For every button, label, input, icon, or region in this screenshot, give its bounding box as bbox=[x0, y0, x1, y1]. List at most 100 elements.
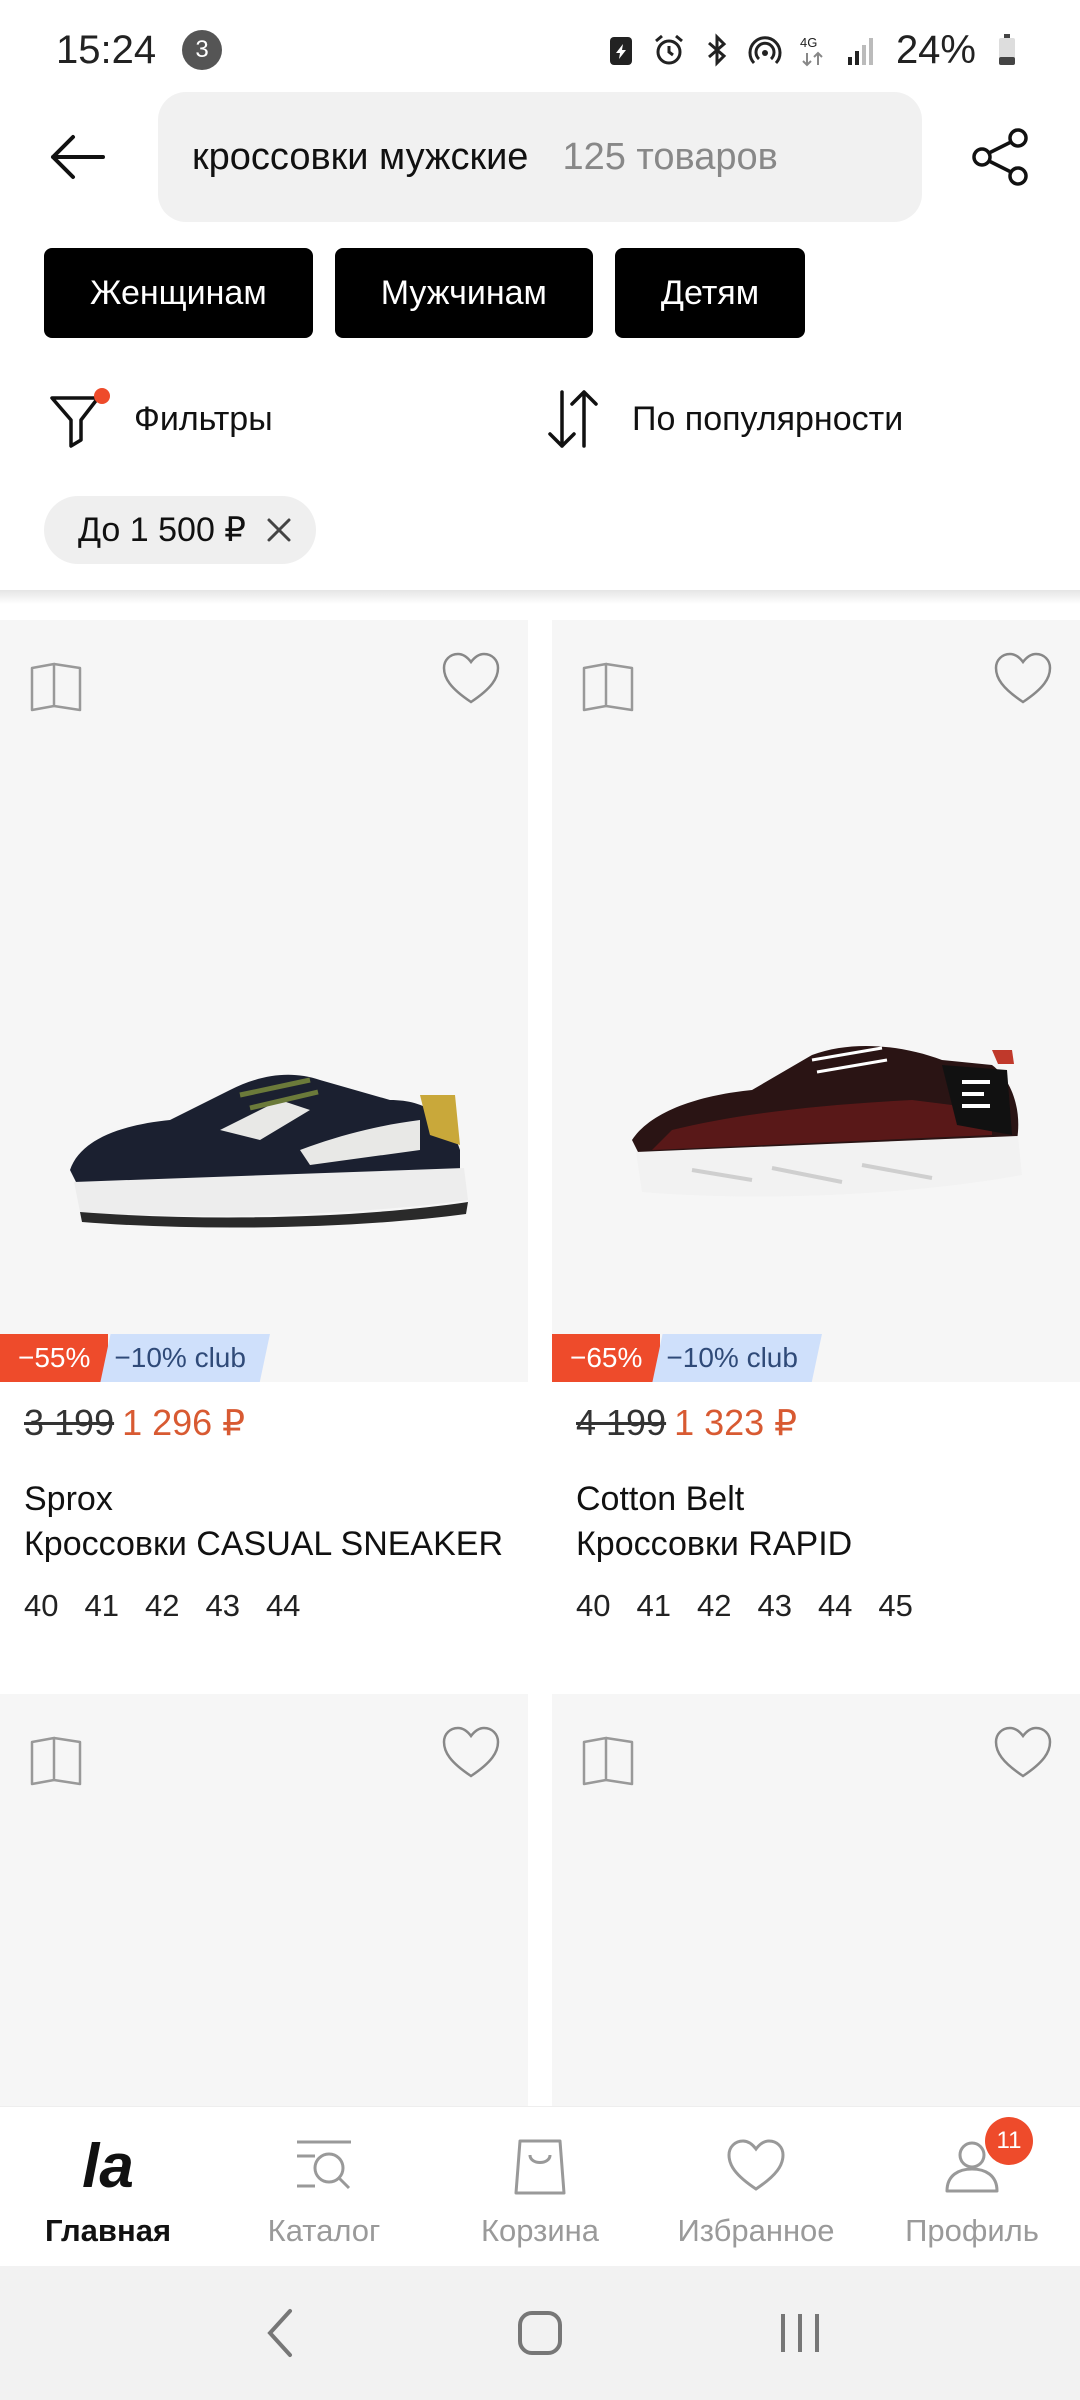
result-count: 125 товаров bbox=[562, 135, 778, 178]
compare-icon[interactable] bbox=[580, 660, 638, 714]
category-chip-women[interactable]: Женщинам bbox=[44, 248, 313, 338]
system-back-button[interactable] bbox=[240, 2293, 320, 2373]
alarm-icon bbox=[652, 33, 686, 67]
filter-icon bbox=[48, 388, 110, 450]
heart-icon[interactable] bbox=[992, 1724, 1054, 1782]
product-image[interactable]: −65% −10% club bbox=[552, 620, 1080, 1382]
product-image[interactable]: −55% −10% club bbox=[0, 620, 528, 1382]
home-logo-icon: la bbox=[73, 2131, 143, 2201]
nav-cart[interactable]: Корзина bbox=[432, 2107, 648, 2266]
svg-text:4G: 4G bbox=[800, 35, 817, 50]
status-bar: 15:24 3 4G 24% bbox=[0, 0, 1080, 100]
product-info: 4 199 1 323 ₽ Cotton Belt Кроссовки RAPI… bbox=[552, 1382, 1080, 1624]
profile-icon: 11 bbox=[937, 2117, 1033, 2201]
size-option: 43 bbox=[205, 1588, 240, 1623]
product-card[interactable]: −65% −10% club 4 199 1 323 ₽ Cotton Belt… bbox=[552, 620, 1080, 1624]
filter-sort-bar: Фильтры По популярности bbox=[0, 370, 1080, 466]
home-square-icon bbox=[518, 2311, 562, 2355]
size-list: 40 41 42 43 44 45 bbox=[576, 1588, 1056, 1624]
nav-catalog[interactable]: Каталог bbox=[216, 2107, 432, 2266]
discount-badge: −65% bbox=[552, 1334, 661, 1382]
size-option: 44 bbox=[817, 1588, 853, 1623]
sneaker-image bbox=[70, 1074, 468, 1228]
sort-button[interactable]: По популярности bbox=[540, 384, 903, 454]
nav-home[interactable]: la Главная bbox=[0, 2107, 216, 2266]
nav-profile[interactable]: 11 Профиль bbox=[864, 2107, 1080, 2266]
size-option: 40 bbox=[576, 1588, 611, 1623]
bottom-navigation: la Главная Каталог Корзина Избранное 11 … bbox=[0, 2106, 1080, 2266]
product-image[interactable] bbox=[552, 1694, 1080, 2106]
product-name: Кроссовки RAPID bbox=[576, 1525, 853, 1563]
size-list: 40 41 42 43 44 bbox=[24, 1588, 504, 1624]
nav-profile-label: Профиль bbox=[905, 2213, 1039, 2248]
product-card[interactable]: −55% −10% club 3 199 1 296 ₽ Sprox Кросс… bbox=[0, 620, 528, 1624]
search-query-text: кроссовки мужские bbox=[192, 135, 529, 178]
heart-icon[interactable] bbox=[440, 1724, 502, 1782]
close-icon[interactable] bbox=[264, 515, 294, 545]
size-option: 41 bbox=[84, 1588, 119, 1623]
product-image[interactable] bbox=[0, 1694, 528, 2106]
chevron-left-icon bbox=[267, 2309, 292, 2357]
size-option: 42 bbox=[144, 1588, 180, 1623]
product-card[interactable] bbox=[0, 1694, 528, 2106]
current-price: 1 323 ₽ bbox=[674, 1402, 798, 1443]
heart-icon bbox=[721, 2131, 791, 2201]
share-button[interactable] bbox=[966, 122, 1036, 192]
product-name: Кроссовки CASUAL SNEAKER bbox=[24, 1525, 504, 1563]
product-prices: 3 199 1 296 ₽ bbox=[24, 1402, 504, 1444]
product-brand: Sprox bbox=[24, 1480, 113, 1518]
size-option: 45 bbox=[878, 1588, 913, 1623]
search-header: кроссовки мужские 125 товаров bbox=[0, 92, 1080, 222]
share-icon bbox=[972, 128, 1028, 186]
old-price: 3 199 bbox=[24, 1402, 115, 1443]
compare-icon[interactable] bbox=[28, 1734, 86, 1788]
filter-active-dot bbox=[94, 388, 110, 404]
heart-icon[interactable] bbox=[440, 650, 502, 708]
bluetooth-icon bbox=[700, 33, 734, 67]
product-card[interactable] bbox=[552, 1694, 1080, 2106]
nav-cart-label: Корзина bbox=[480, 2213, 600, 2248]
product-badges: −55% −10% club bbox=[0, 1334, 270, 1382]
system-navigation-bar bbox=[0, 2266, 1080, 2400]
header-divider bbox=[0, 590, 1080, 604]
compare-icon[interactable] bbox=[580, 1734, 638, 1788]
nav-catalog-label: Каталог bbox=[267, 2213, 381, 2248]
system-home-button[interactable] bbox=[500, 2293, 580, 2373]
current-price: 1 296 ₽ bbox=[122, 1402, 246, 1443]
nav-home-label: Главная bbox=[44, 2213, 172, 2248]
battery-saver-icon bbox=[604, 33, 638, 67]
back-button[interactable] bbox=[42, 122, 112, 192]
arrow-left-icon bbox=[51, 135, 105, 179]
category-chip-men[interactable]: Мужчинам bbox=[334, 248, 593, 338]
category-chips: Женщинам Мужчинам Детям bbox=[44, 248, 806, 338]
compare-icon[interactable] bbox=[28, 660, 86, 714]
status-time: 15:24 bbox=[56, 27, 157, 72]
size-option: 42 bbox=[696, 1588, 732, 1623]
size-option: 44 bbox=[265, 1588, 301, 1623]
active-filter-tag[interactable]: До 1 500 ₽ bbox=[44, 496, 316, 564]
brand-logo: la bbox=[82, 2131, 134, 2201]
signal-icon bbox=[844, 33, 878, 67]
recent-apps-icon bbox=[781, 2314, 819, 2352]
product-badges: −65% −10% club bbox=[552, 1334, 822, 1382]
search-input[interactable]: кроссовки мужские 125 товаров bbox=[158, 92, 922, 222]
nav-favorites-label: Избранное bbox=[677, 2213, 835, 2248]
battery-percent: 24% bbox=[895, 27, 976, 72]
sort-arrows-icon bbox=[540, 386, 606, 452]
active-filter-label: До 1 500 ₽ bbox=[78, 511, 246, 549]
club-discount-badge: −10% club bbox=[100, 1334, 270, 1382]
profile-notification-badge: 11 bbox=[985, 2117, 1033, 2165]
hotspot-icon bbox=[748, 33, 782, 67]
shopping-bag-icon bbox=[505, 2131, 575, 2201]
size-option: 43 bbox=[757, 1588, 792, 1623]
heart-icon[interactable] bbox=[992, 650, 1054, 708]
network-4g-icon: 4G bbox=[796, 33, 830, 67]
product-brand: Cotton Belt bbox=[576, 1480, 745, 1518]
system-recents-button[interactable] bbox=[760, 2293, 840, 2373]
filters-button[interactable]: Фильтры bbox=[48, 384, 273, 454]
nav-favorites[interactable]: Избранное bbox=[648, 2107, 864, 2266]
status-icons: 4G 24% bbox=[604, 28, 1024, 73]
product-prices: 4 199 1 323 ₽ bbox=[576, 1402, 1056, 1444]
category-chip-kids[interactable]: Детям bbox=[614, 248, 806, 338]
sneaker-image bbox=[632, 1045, 1022, 1197]
